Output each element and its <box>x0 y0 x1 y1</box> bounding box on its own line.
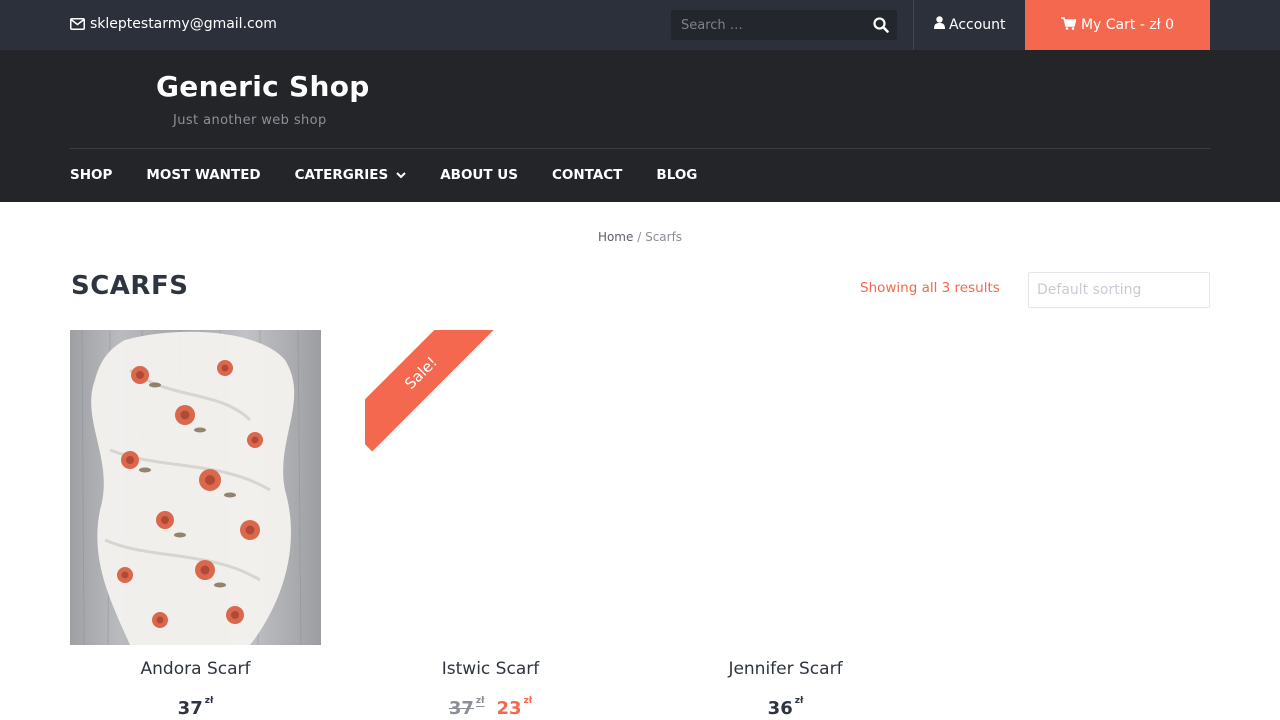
account-label: Account <box>949 16 1006 33</box>
account-link[interactable]: Account <box>934 16 1006 33</box>
product-price: 36 zł <box>660 696 911 719</box>
nav-label: CONTACT <box>551 167 623 183</box>
search-icon[interactable] <box>873 17 889 33</box>
search-input[interactable] <box>671 10 861 40</box>
nav-label: CATERGRIES <box>294 167 389 183</box>
product-name[interactable]: Andora Scarf <box>70 659 321 679</box>
sort-select-value: Default sorting <box>1037 282 1142 298</box>
site-header: Generic Shop Just another web shop SHOP … <box>0 50 1280 202</box>
old-price: 37 zł <box>448 696 485 719</box>
price-currency: zł <box>794 696 804 706</box>
old-price-currency: zł <box>475 696 485 706</box>
nav-label: MOST WANTED <box>146 167 261 183</box>
nav-item-about-us[interactable]: ABOUT US <box>440 167 518 183</box>
nav-label: ABOUT US <box>440 167 518 183</box>
result-count: Showing all 3 results <box>860 280 1000 296</box>
top-bar: skleptestarmy@gmail.com Account My Cart … <box>0 0 1280 50</box>
breadcrumb-separator: / <box>637 230 642 244</box>
header-divider <box>70 148 1210 149</box>
site-title[interactable]: Generic Shop <box>156 70 370 103</box>
sale-price-currency: zł <box>523 696 533 706</box>
product-name[interactable]: Istwic Scarf <box>365 659 616 679</box>
price-value: 37 <box>177 698 203 719</box>
nav-item-blog[interactable]: BLOG <box>656 167 697 183</box>
page-title: SCARFS <box>71 271 189 301</box>
breadcrumb-home[interactable]: Home <box>598 230 633 244</box>
product-card[interactable]: Sale! Istwic Scarf 37 zł 23 zł <box>365 330 616 719</box>
old-price-value: 37 <box>448 698 474 719</box>
product-card[interactable]: Jennifer Scarf 36 zł <box>660 330 911 719</box>
search-box <box>671 10 897 40</box>
nav-item-categories[interactable]: CATERGRIES <box>295 167 407 183</box>
user-icon <box>934 16 945 33</box>
product-name[interactable]: Jennifer Scarf <box>660 659 911 679</box>
sale-badge: Sale! <box>365 330 500 452</box>
product-price: 37 zł <box>70 696 321 719</box>
cart-button[interactable]: My Cart - zł 0 <box>1025 0 1210 50</box>
breadcrumb-current: Scarfs <box>645 230 683 244</box>
site-tagline: Just another web shop <box>173 113 327 128</box>
email-text: skleptestarmy@gmail.com <box>90 16 277 32</box>
product-price: 37 zł 23 zł <box>365 696 616 719</box>
price-currency: zł <box>204 696 214 706</box>
cart-label: My Cart - zł 0 <box>1080 17 1175 33</box>
nav-item-contact[interactable]: CONTACT <box>552 167 622 183</box>
nav-label: SHOP <box>70 167 113 183</box>
email-link[interactable]: skleptestarmy@gmail.com <box>70 16 277 32</box>
main-nav: SHOP MOST WANTED CATERGRIES ABOUT US CON… <box>70 167 731 183</box>
breadcrumb: Home / Scarfs <box>0 230 1280 244</box>
chevron-down-icon <box>396 167 406 183</box>
cart-icon <box>1060 16 1077 34</box>
topbar-divider <box>913 0 914 50</box>
product-image[interactable] <box>660 330 911 645</box>
product-image[interactable]: Sale! <box>365 330 616 645</box>
sale-price-value: 23 <box>496 698 522 719</box>
product-image[interactable] <box>70 330 321 645</box>
product-card[interactable]: Andora Scarf 37 zł <box>70 330 321 719</box>
envelope-icon <box>70 18 85 30</box>
sort-select[interactable]: Default sorting <box>1028 272 1210 308</box>
sale-price: 23 zł <box>496 696 533 719</box>
nav-label: BLOG <box>656 167 698 183</box>
price-value: 36 <box>767 698 793 719</box>
nav-item-most-wanted[interactable]: MOST WANTED <box>146 167 260 183</box>
nav-item-shop[interactable]: SHOP <box>70 167 112 183</box>
